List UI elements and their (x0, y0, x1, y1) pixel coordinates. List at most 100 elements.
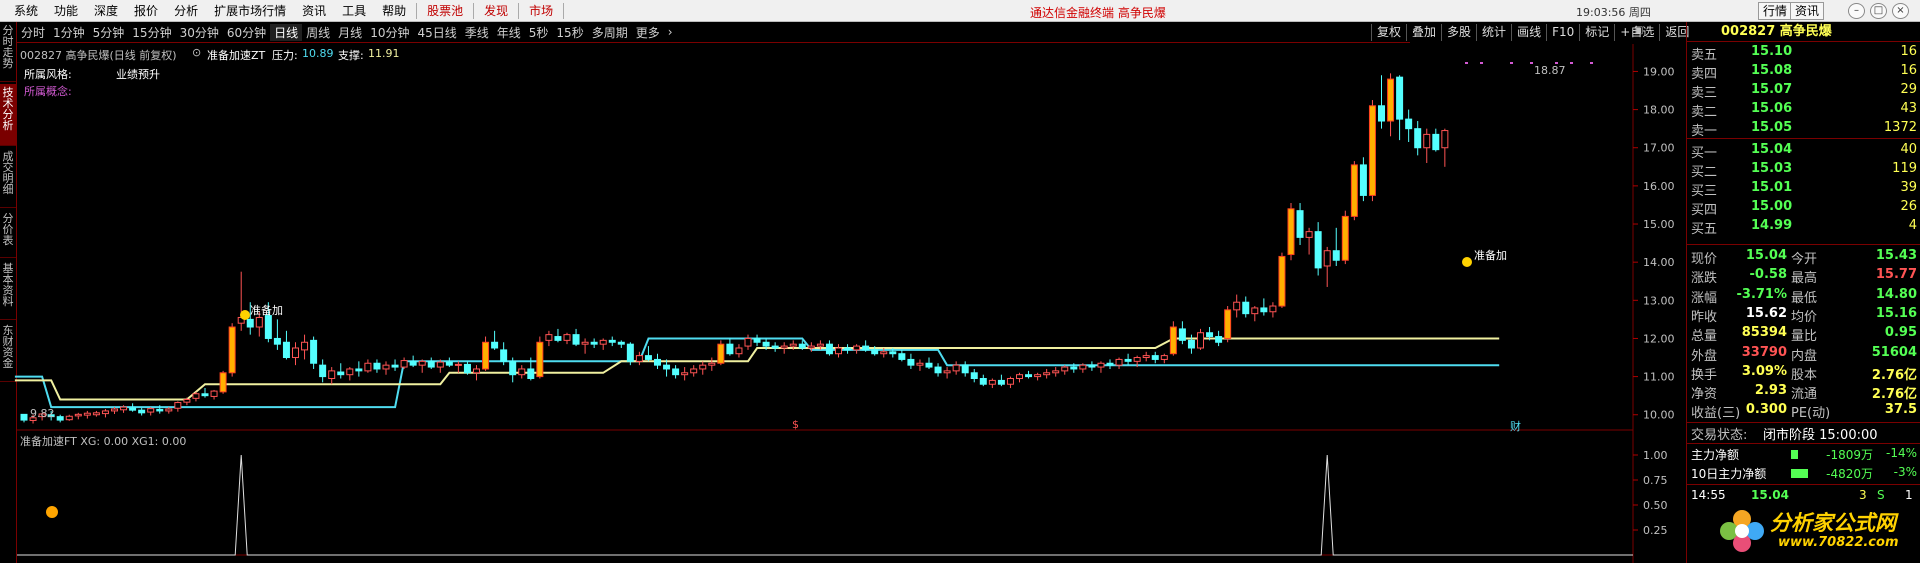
stat-label: 总量 (1691, 329, 1718, 345)
concept-label: 所属概念: (24, 85, 72, 98)
support-label: 支撑: (338, 49, 364, 62)
flow-label: 10日主力净额 (1691, 467, 1767, 481)
stat-label: 收益(三) (1691, 406, 1741, 422)
btn-news[interactable]: 资讯 (1790, 2, 1825, 20)
candle-body (1151, 355, 1159, 360)
stat-value: 15.62 (1745, 305, 1787, 321)
stat-row: 涨幅 -3.71% 最低 14.80 (1691, 287, 1917, 306)
candle-body (735, 347, 743, 355)
close-icon[interactable]: × (1892, 3, 1909, 19)
candle-body (717, 343, 725, 364)
ask-volume: 29 (1900, 82, 1917, 97)
candle-body (292, 347, 299, 359)
candle-body (654, 358, 661, 366)
bid-label: 买二 (1691, 165, 1718, 180)
candle-body (1115, 358, 1123, 366)
candle-body (563, 334, 571, 341)
stat-value: 37.5 (1884, 402, 1917, 418)
candle-body (853, 345, 861, 351)
candle-body (1043, 372, 1051, 376)
candle-body (491, 341, 499, 349)
flow-bar (1791, 469, 1808, 478)
y-tick-label: 19.00 (1643, 65, 1675, 78)
event-mark-finance[interactable]: 财 (1510, 418, 1521, 434)
candle-body (943, 370, 951, 374)
sub-y-tick-label: 0.50 (1643, 499, 1668, 512)
event-mark-dividend[interactable]: $ (792, 418, 799, 431)
signal-label: 准备加 (250, 304, 283, 317)
y-tick-label: 16.00 (1643, 180, 1675, 193)
candle-body (690, 368, 698, 374)
indicator-name[interactable]: 准备加速ZT (207, 47, 265, 63)
candle-body (337, 371, 345, 376)
candle-body (111, 408, 118, 412)
candle-body (409, 360, 417, 366)
stat-row: 收益(三) 0.300 PE(动) 37.5 (1691, 402, 1917, 421)
stat-label: 最低 (1791, 290, 1818, 306)
candle-body (907, 358, 915, 366)
candle-body (934, 366, 942, 374)
btn-market[interactable]: 行情 (1758, 2, 1793, 20)
candle-body (1169, 326, 1177, 355)
candle-body (925, 362, 933, 368)
candle-body (129, 407, 137, 411)
candle-body (970, 372, 978, 380)
ask-row[interactable]: 卖五 15.10 16 (1691, 44, 1917, 63)
candle-body (626, 343, 634, 362)
candle-body (1088, 364, 1096, 368)
bid-row[interactable]: 买五 14.99 4 (1691, 218, 1917, 237)
candle-body (545, 334, 553, 341)
bid-row[interactable]: 买二 15.03 119 (1691, 161, 1917, 180)
bid-label: 买三 (1691, 184, 1718, 199)
candle-body (1251, 307, 1259, 315)
ask-volume: 16 (1900, 44, 1917, 59)
price-chart[interactable]: 19.00 18.00 17.00 16.00 15.00 14.00 13.00 12.00… (0, 0, 1686, 563)
candle-body (862, 345, 870, 351)
high-price-mark: 18.87 (1534, 64, 1566, 77)
ask-price: 15.07 (1751, 82, 1793, 97)
bid-label: 买五 (1691, 222, 1718, 237)
candle-body (210, 390, 218, 397)
bid-row[interactable]: 买四 15.00 26 (1691, 199, 1917, 218)
candle-body (346, 368, 354, 376)
candle-body (445, 361, 453, 366)
stat-label: 涨跌 (1691, 271, 1718, 287)
candle-body (1006, 378, 1014, 385)
ask-volume: 43 (1900, 101, 1917, 116)
tick-side: S (1877, 488, 1885, 502)
candle-body (590, 341, 598, 345)
bid-row[interactable]: 买一 15.04 40 (1691, 142, 1917, 161)
candle-body (273, 337, 281, 345)
candle-body (1061, 366, 1069, 372)
bid-row[interactable]: 买三 15.01 39 (1691, 180, 1917, 199)
candle-body (780, 345, 788, 349)
ask-row[interactable]: 卖二 15.06 43 (1691, 101, 1917, 120)
candle-body (672, 368, 680, 376)
low-price-mark: 9.82 (30, 407, 55, 420)
candle-body (789, 343, 797, 347)
signal-dollar-icon (1462, 257, 1472, 267)
candle-body (961, 364, 969, 374)
flow-pct: -3% (1893, 465, 1917, 479)
candle-body (255, 316, 263, 328)
ask-row[interactable]: 卖三 15.07 29 (1691, 82, 1917, 101)
candle-body (1025, 374, 1033, 378)
candle-body (699, 364, 707, 370)
candle-body (473, 368, 480, 374)
candle-body (835, 347, 842, 355)
marker-dot (1510, 62, 1513, 64)
stat-value: -3.71% (1736, 286, 1788, 302)
ask-row[interactable]: 卖一 15.05 1372 (1691, 120, 1917, 139)
candle-body (228, 326, 236, 374)
trade-status-label: 交易状态: (1691, 428, 1748, 443)
ask-row[interactable]: 卖四 15.08 16 (1691, 63, 1917, 82)
candle-body (319, 364, 327, 378)
watermark-logo: 分析家公式网 www.70822.com (1718, 503, 1918, 559)
panel-toggle-icon[interactable]: ▣ (1634, 25, 1643, 36)
stat-value: 33790 (1741, 344, 1787, 360)
minimize-icon[interactable]: – (1848, 3, 1865, 19)
ask-label: 卖一 (1691, 124, 1718, 139)
app-window: { "menu":{"items":["系统","功能","深度","报价","… (0, 0, 1920, 563)
indicator-toggle-icon[interactable]: ⊙ (192, 46, 201, 59)
maximize-icon[interactable]: □ (1870, 3, 1887, 19)
